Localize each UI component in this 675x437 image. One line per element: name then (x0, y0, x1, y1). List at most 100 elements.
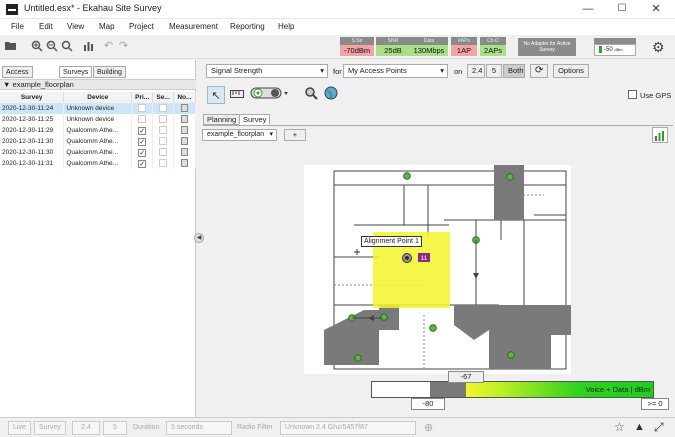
menu-map[interactable]: Map (99, 22, 115, 31)
target-select[interactable]: My Access Points ▾ (343, 64, 448, 78)
search-ap-icon[interactable] (302, 86, 320, 104)
menu-measurement[interactable]: Measurement (169, 22, 218, 31)
use-gps-checkbox[interactable] (628, 90, 637, 99)
secondary-checkbox[interactable] (159, 147, 168, 156)
stat-value: 1AP (451, 45, 477, 56)
select-pointer-icon[interactable]: ↖ (207, 86, 225, 104)
tab-survey[interactable]: Survey (239, 114, 271, 125)
maximize-button[interactable]: ☐ (605, 0, 639, 19)
stat-data-rate: Data 130Mbps (410, 37, 448, 57)
bottom-band-2-4[interactable]: 2.4 (72, 421, 100, 435)
star-icon[interactable]: ☆ (614, 420, 625, 434)
menu-project[interactable]: Project (129, 22, 154, 31)
tab-planning[interactable]: Planning (203, 114, 241, 125)
redo-icon[interactable]: ↷ (117, 40, 130, 53)
primary-checkbox[interactable] (138, 114, 147, 123)
secondary-checkbox[interactable] (159, 114, 168, 123)
secondary-checkbox[interactable] (159, 103, 168, 112)
secondary-checkbox[interactable] (159, 136, 168, 145)
close-button[interactable]: ✕ (639, 0, 673, 19)
duration-label: Duration (133, 424, 160, 431)
column-header-notes[interactable]: No... (173, 92, 196, 103)
secondary-checkbox[interactable] (159, 125, 168, 134)
secondary-checkbox[interactable] (159, 158, 168, 167)
collapse-panel-icon[interactable]: ◀ (194, 233, 204, 243)
duration-select[interactable]: 5 seconds (166, 421, 232, 435)
notes-icon[interactable] (181, 103, 189, 112)
bottom-band-5[interactable]: 5 (103, 421, 127, 435)
options-button[interactable]: Options (553, 64, 589, 78)
stat-value: 2APs (480, 45, 506, 56)
table-row[interactable]: 2020-12-30-11:30 Qualcomm Athe... ✓ (0, 136, 196, 147)
floorplan-group[interactable]: ▼ example_floorplan (0, 79, 196, 90)
visualization-select[interactable]: Signal Strength ▾ (206, 64, 328, 78)
device-cell: Qualcomm Athe... (63, 147, 133, 158)
table-row[interactable]: 2020-12-30-11:29 Qualcomm Athe... ✓ (0, 125, 196, 136)
band-2-4-button[interactable]: 2.4 (467, 64, 485, 78)
on-label: on (454, 67, 463, 76)
stat-channel-overlap: Ch.O 2APs (480, 37, 506, 57)
menu-reporting[interactable]: Reporting (230, 22, 265, 31)
primary-checkbox[interactable]: ✓ (138, 137, 147, 146)
radio-filter-select[interactable]: Unknown 2.4 Ghz/5457f87 (280, 421, 416, 435)
tab-building[interactable]: Building (93, 66, 126, 78)
gear-icon[interactable]: ⚙ (652, 39, 665, 56)
minimize-button[interactable]: — (571, 0, 605, 19)
stat-label: SNR (376, 37, 410, 45)
chart-icon[interactable] (82, 40, 95, 53)
report-chart-icon[interactable] (652, 127, 668, 143)
zoom-fit-icon[interactable] (60, 40, 73, 53)
primary-checkbox[interactable]: ✓ (138, 126, 147, 135)
menu-file[interactable]: File (11, 22, 24, 31)
zoom-in-icon[interactable] (30, 40, 43, 53)
legend-min-value[interactable]: -80 (411, 398, 445, 410)
menu-view[interactable]: View (67, 22, 84, 31)
survey-mode-button[interactable]: Survey (34, 421, 66, 435)
device-cell: Qualcomm Athe... (63, 158, 133, 169)
undo-icon[interactable]: ↶ (102, 40, 115, 53)
column-header-primary[interactable]: Pri... (131, 92, 154, 103)
column-header-secondary[interactable]: Se... (152, 92, 175, 103)
primary-checkbox[interactable]: ✓ (138, 159, 147, 168)
notes-icon[interactable] (181, 125, 189, 134)
scale-ruler-icon[interactable] (228, 86, 246, 104)
menu-edit[interactable]: Edit (39, 22, 53, 31)
tab-surveys[interactable]: Surveys (59, 66, 93, 78)
legend-max-value[interactable]: >= 0 (641, 398, 669, 410)
legend-caption-text: Voice + Data (585, 385, 629, 394)
add-floorplan-button[interactable]: + (284, 129, 306, 141)
band-both-button[interactable]: Both (503, 64, 525, 78)
tab-access-points[interactable]: Access Points (2, 66, 33, 87)
collapse-triangle-icon[interactable]: ▼ (3, 80, 10, 89)
live-mode-button[interactable]: Live (8, 421, 31, 435)
survey-table: Survey Device Pri... Se... No... 2020-12… (0, 92, 196, 169)
survey-cell: 2020-12-30-11:24 (0, 103, 65, 114)
open-folder-icon[interactable] (4, 40, 17, 53)
notes-icon[interactable] (181, 147, 189, 156)
band-5-button[interactable]: 5 (486, 64, 502, 78)
expand-icon[interactable]: ⤢ (654, 420, 664, 435)
notes-icon[interactable] (181, 158, 189, 167)
primary-checkbox[interactable]: ✓ (138, 148, 147, 157)
refresh-icon[interactable]: ⟳ (530, 64, 548, 78)
primary-checkbox[interactable] (138, 103, 147, 112)
notes-icon[interactable] (181, 114, 189, 123)
floorplan-select[interactable]: example_floorplan ▾ (202, 129, 277, 141)
zoom-icon[interactable]: ⊕ (424, 421, 433, 434)
device-cell: Unknown device (63, 103, 133, 114)
floorplan-drawing (324, 165, 571, 370)
notes-icon[interactable] (181, 136, 189, 145)
table-row[interactable]: 2020-12-30-11:24 Unknown device (0, 103, 196, 114)
table-row[interactable]: 2020-12-30-11:25 Unknown device (0, 114, 196, 125)
collapse-up-icon[interactable]: ▲ (634, 421, 645, 433)
globe-icon[interactable] (322, 86, 340, 104)
menu-help[interactable]: Help (278, 22, 294, 31)
table-row[interactable]: 2020-12-30-11:31 Qualcomm Athe... ✓ (0, 158, 196, 169)
column-header-survey[interactable]: Survey (0, 92, 65, 103)
table-row[interactable]: 2020-12-30-11:30 Qualcomm Athe... ✓ (0, 147, 196, 158)
legend-threshold-handle[interactable]: -67 (448, 371, 484, 383)
column-header-device[interactable]: Device (63, 92, 133, 103)
zoom-out-icon[interactable] (45, 40, 58, 53)
floorplan-map[interactable]: Alignment Point 1 11 (304, 165, 571, 374)
survey-mode-icon[interactable] (249, 86, 291, 104)
